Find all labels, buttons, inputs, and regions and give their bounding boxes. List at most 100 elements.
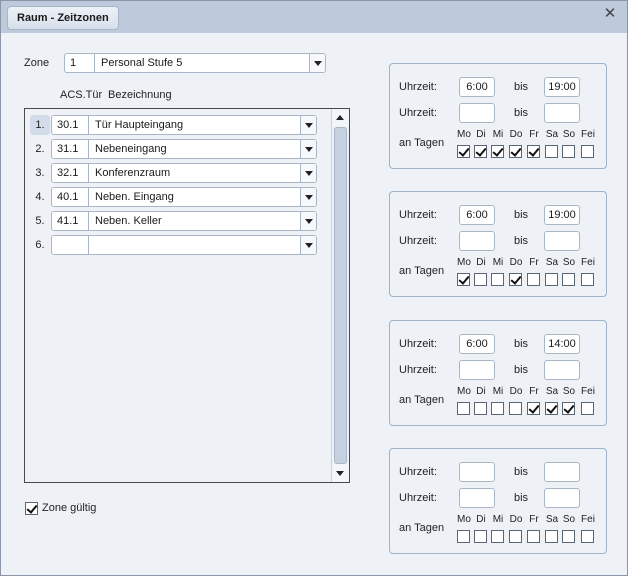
day-label: Do — [509, 129, 523, 140]
day-checkbox[interactable] — [491, 145, 504, 158]
day-checkbox[interactable] — [545, 145, 558, 158]
day-checkbox[interactable] — [562, 530, 575, 543]
zone-valid-checkbox[interactable] — [25, 502, 38, 515]
chevron-down-icon[interactable] — [300, 236, 316, 254]
day-checkbox[interactable] — [491, 402, 504, 415]
time-from-1[interactable]: 6:00 — [459, 205, 495, 225]
row-number: 2. — [35, 143, 45, 155]
time-from-1[interactable] — [459, 462, 495, 482]
chevron-down-icon[interactable] — [300, 116, 316, 134]
zone-select[interactable]: 1 Personal Stufe 5 — [64, 53, 326, 73]
day-checkbox[interactable] — [562, 273, 575, 286]
day-checkbox[interactable] — [527, 402, 540, 415]
day-checkbox[interactable] — [581, 145, 594, 158]
day-checkbox[interactable] — [457, 530, 470, 543]
time-from-2[interactable] — [459, 360, 495, 380]
door-select[interactable]: 32.1 Konferenzraum — [51, 163, 317, 183]
time-from-1[interactable]: 6:00 — [459, 334, 495, 354]
scroll-thumb[interactable] — [334, 127, 347, 464]
uhrzeit-label: Uhrzeit: — [399, 492, 437, 504]
day-checkbox[interactable] — [474, 402, 487, 415]
scroll-down-icon[interactable] — [332, 465, 349, 482]
chevron-down-icon[interactable] — [300, 140, 316, 158]
bis-label: bis — [514, 338, 529, 350]
scroll-up-icon[interactable] — [332, 109, 349, 126]
time-to-1[interactable]: 19:00 — [544, 205, 580, 225]
time-to-1[interactable]: 14:00 — [544, 334, 580, 354]
time-to-1[interactable]: 19:00 — [544, 77, 580, 97]
day-label: Fr — [529, 514, 539, 525]
day-label: Di — [476, 514, 486, 525]
window-title: Raum - Zeitzonen — [7, 6, 119, 30]
door-acs: 40.1 — [52, 188, 89, 206]
door-select[interactable]: 30.1 Tür Haupteingang — [51, 115, 317, 135]
chevron-down-icon[interactable] — [300, 212, 316, 230]
day-checkbox[interactable] — [527, 530, 540, 543]
day-checkbox[interactable] — [545, 530, 558, 543]
day-checkbox[interactable] — [491, 273, 504, 286]
bis-label: bis — [514, 235, 529, 247]
day-label: Fei — [581, 514, 595, 525]
day-checkbox[interactable] — [474, 530, 487, 543]
day-checkbox[interactable] — [581, 273, 594, 286]
day-checkbox[interactable] — [581, 402, 594, 415]
day-checkbox[interactable] — [474, 145, 487, 158]
day-checkbox[interactable] — [545, 402, 558, 415]
day-label: Fr — [529, 386, 539, 397]
day-label: Mo — [457, 386, 471, 397]
time-from-2[interactable] — [459, 231, 495, 251]
day-checkbox[interactable] — [562, 402, 575, 415]
day-checkbox[interactable] — [457, 402, 470, 415]
time-from-1[interactable]: 6:00 — [459, 77, 495, 97]
day-checkbox[interactable] — [491, 530, 504, 543]
day-checkbox[interactable] — [545, 273, 558, 286]
day-label: Fei — [581, 386, 595, 397]
row-number: 5. — [35, 215, 45, 227]
row-number: 6. — [35, 239, 45, 251]
list-scrollbar[interactable] — [331, 109, 349, 482]
door-acs: 32.1 — [52, 164, 89, 182]
time-to-2[interactable] — [544, 231, 580, 251]
chevron-down-icon[interactable] — [300, 188, 316, 206]
day-checkbox[interactable] — [527, 145, 540, 158]
day-checkbox[interactable] — [509, 273, 522, 286]
door-name: Konferenzraum — [95, 167, 171, 179]
day-checkbox[interactable] — [457, 273, 470, 286]
bis-label: bis — [514, 466, 529, 478]
time-to-2[interactable] — [544, 103, 580, 123]
day-label: Fei — [581, 129, 595, 140]
zone-label: Zone — [24, 57, 50, 69]
time-to-2[interactable] — [544, 488, 580, 508]
day-checkbox[interactable] — [581, 530, 594, 543]
day-label: Di — [476, 129, 486, 140]
day-checkbox[interactable] — [527, 273, 540, 286]
door-name: Nebeneingang — [95, 143, 167, 155]
day-checkbox[interactable] — [457, 145, 470, 158]
bis-label: bis — [514, 81, 529, 93]
chevron-down-icon[interactable] — [309, 54, 325, 72]
day-label: So — [562, 386, 576, 397]
day-label: So — [562, 129, 576, 140]
door-select[interactable]: 31.1 Nebeneingang — [51, 139, 317, 159]
chevron-down-icon[interactable] — [300, 164, 316, 182]
day-checkbox[interactable] — [509, 402, 522, 415]
day-label: Mi — [492, 129, 504, 140]
door-name: Neben. Eingang — [95, 191, 174, 203]
door-select[interactable]: 40.1 Neben. Eingang — [51, 187, 317, 207]
close-icon[interactable]: ✕ — [601, 6, 619, 24]
bis-label: bis — [514, 209, 529, 221]
time-to-2[interactable] — [544, 360, 580, 380]
door-select[interactable] — [51, 235, 317, 255]
an-tagen-label: an Tagen — [399, 522, 445, 534]
day-checkbox[interactable] — [562, 145, 575, 158]
time-from-2[interactable] — [459, 103, 495, 123]
time-to-1[interactable] — [544, 462, 580, 482]
day-label: Di — [476, 386, 486, 397]
time-from-2[interactable] — [459, 488, 495, 508]
day-label: Sa — [545, 514, 559, 525]
day-checkbox[interactable] — [509, 145, 522, 158]
day-checkbox[interactable] — [474, 273, 487, 286]
column-header-name: Bezeichnung — [108, 89, 172, 101]
day-checkbox[interactable] — [509, 530, 522, 543]
door-select[interactable]: 41.1 Neben. Keller — [51, 211, 317, 231]
